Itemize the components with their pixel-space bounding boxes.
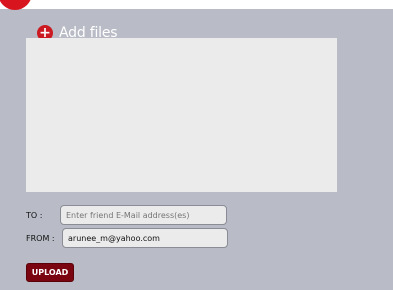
to-email-input[interactable]: [60, 205, 227, 225]
top-bar: [0, 0, 393, 9]
to-label: TO :: [26, 211, 43, 220]
file-list-area[interactable]: [26, 38, 337, 192]
from-label: FROM :: [26, 234, 55, 243]
upload-button[interactable]: UPLOAD: [26, 263, 74, 282]
from-email-input[interactable]: [62, 228, 228, 248]
